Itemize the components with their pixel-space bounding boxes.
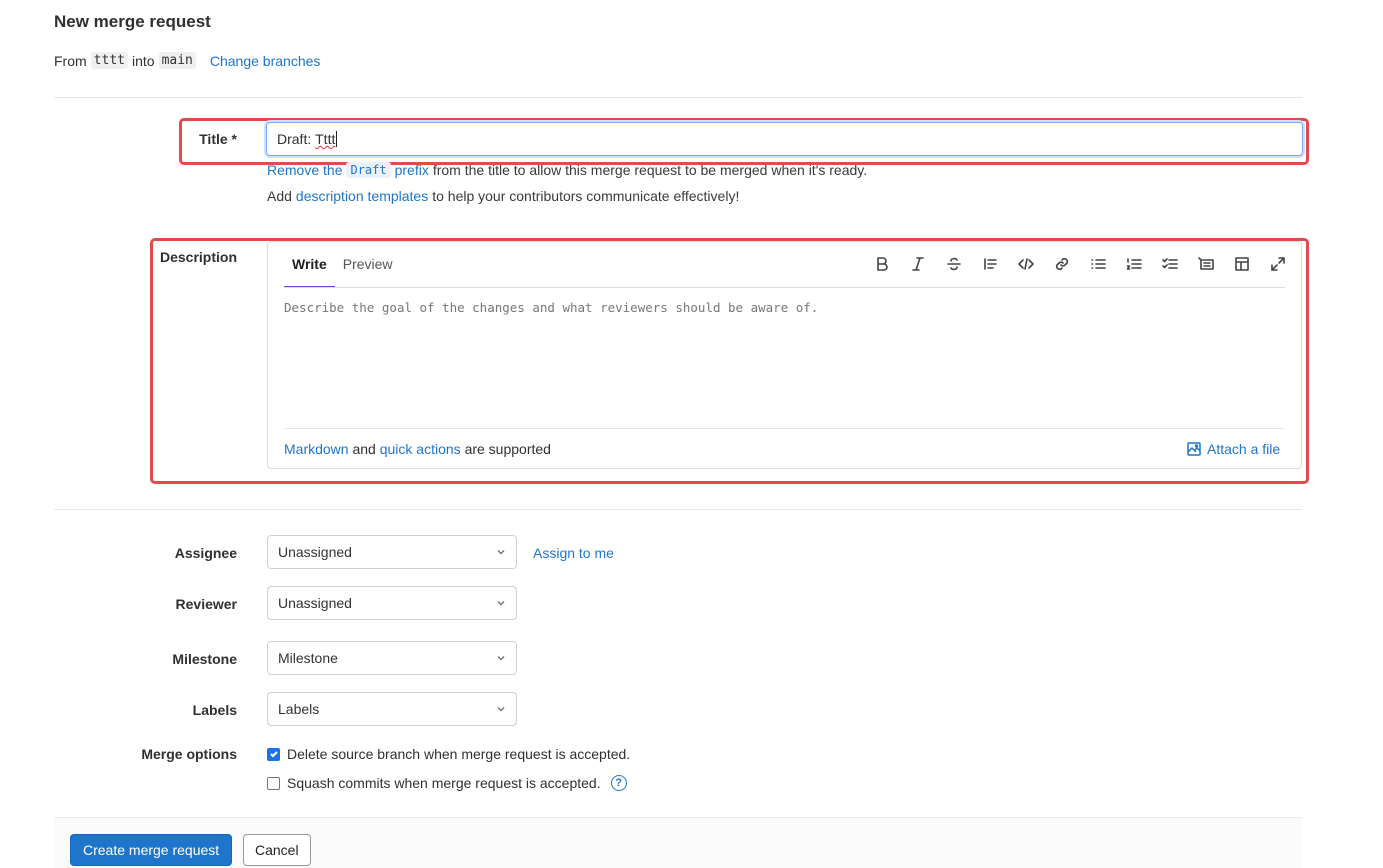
title-label: Title * [199, 131, 237, 147]
delete-source-option: Delete source branch when merge request … [267, 746, 630, 762]
templates-help-before: Add [267, 188, 292, 204]
image-icon [1187, 442, 1201, 456]
cancel-button[interactable]: Cancel [243, 834, 311, 866]
title-input[interactable]: Draft: Tttt [266, 122, 1303, 156]
table-icon[interactable] [1224, 254, 1260, 274]
squash-checkbox[interactable] [267, 776, 280, 790]
description-textarea[interactable]: Describe the goal of the changes and wha… [284, 300, 1284, 420]
editor-footer-divider [284, 428, 1285, 429]
reviewer-label: Reviewer [175, 596, 237, 612]
title-value-word: Tttt [315, 131, 336, 147]
chevron-down-icon [497, 549, 505, 555]
milestone-value: Milestone [278, 650, 338, 666]
attach-file-button[interactable]: Attach a file [1187, 441, 1280, 457]
bold-icon[interactable] [864, 254, 900, 274]
divider [54, 97, 1302, 98]
labels-dropdown[interactable]: Labels [267, 692, 517, 726]
create-merge-request-button[interactable]: Create merge request [70, 834, 233, 866]
fullscreen-icon[interactable] [1260, 254, 1296, 274]
tabs-divider [284, 287, 1285, 288]
milestone-label: Milestone [172, 651, 237, 667]
chevron-down-icon [497, 655, 505, 661]
draft-code[interactable]: Draft [346, 162, 391, 178]
footer-and: and [352, 441, 376, 457]
source-branch: tttt [90, 52, 128, 69]
templates-help-after: to help your contributors communicate ef… [432, 188, 740, 204]
editor-tabs: Write Preview [284, 248, 401, 288]
divider [54, 509, 1302, 510]
draft-help-text: from the title to allow this merge reque… [432, 162, 868, 178]
editor-footer: Markdown and quick actions are supported [284, 441, 551, 457]
into-label: into [131, 52, 155, 69]
delete-source-text: Delete source branch when merge request … [287, 746, 631, 762]
italic-icon[interactable] [900, 254, 936, 274]
link-icon[interactable] [1044, 254, 1080, 274]
page-title: New merge request [54, 12, 211, 31]
reviewer-value: Unassigned [278, 595, 352, 611]
assignee-dropdown[interactable]: Unassigned [267, 535, 517, 569]
quote-icon[interactable] [972, 254, 1008, 274]
footer-supported: are supported [464, 441, 551, 457]
change-branches-link[interactable]: Change branches [210, 53, 321, 69]
target-branch: main [158, 52, 196, 69]
task-list-icon[interactable] [1152, 254, 1188, 274]
collapsible-section-icon[interactable] [1188, 254, 1224, 274]
numbered-list-icon[interactable] [1116, 254, 1152, 274]
attach-file-label: Attach a file [1207, 441, 1281, 457]
assign-to-me-link[interactable]: Assign to me [533, 545, 614, 561]
draft-help: Remove the Draft prefix from the title t… [267, 162, 867, 178]
milestone-dropdown[interactable]: Milestone [267, 641, 517, 675]
editor-toolbar [864, 254, 1296, 274]
bulleted-list-icon[interactable] [1080, 254, 1116, 274]
squash-text: Squash commits when merge request is acc… [287, 775, 601, 791]
description-label: Description [160, 249, 238, 265]
description-templates-link[interactable]: description templates [296, 188, 428, 204]
assignee-value: Unassigned [278, 544, 352, 560]
strikethrough-icon[interactable] [936, 254, 972, 274]
markdown-link[interactable]: Markdown [284, 441, 349, 457]
quick-actions-link[interactable]: quick actions [380, 441, 461, 457]
title-value-prefix: Draft: [277, 131, 316, 147]
tab-write[interactable]: Write [284, 248, 335, 288]
chevron-down-icon [497, 706, 505, 712]
labels-value: Labels [278, 701, 320, 717]
prefix-link[interactable]: prefix [395, 162, 429, 178]
labels-label: Labels [192, 702, 237, 718]
from-label: From [54, 52, 87, 69]
text-caret [336, 131, 338, 147]
assignee-label: Assignee [174, 545, 237, 561]
delete-source-checkbox[interactable] [267, 747, 280, 761]
code-icon[interactable] [1008, 254, 1044, 274]
templates-help: Add description templates to help your c… [267, 188, 739, 204]
remove-draft-link[interactable]: Remove the [267, 162, 342, 178]
tab-preview[interactable]: Preview [335, 248, 401, 288]
squash-option: Squash commits when merge request is acc… [267, 775, 627, 791]
branch-info: From tttt into main Change branches [54, 52, 320, 69]
merge-options-label: Merge options [141, 746, 237, 762]
form-actions-bar [54, 817, 1302, 868]
reviewer-dropdown[interactable]: Unassigned [267, 586, 517, 620]
help-icon[interactable]: ? [610, 775, 627, 791]
chevron-down-icon [497, 600, 505, 606]
